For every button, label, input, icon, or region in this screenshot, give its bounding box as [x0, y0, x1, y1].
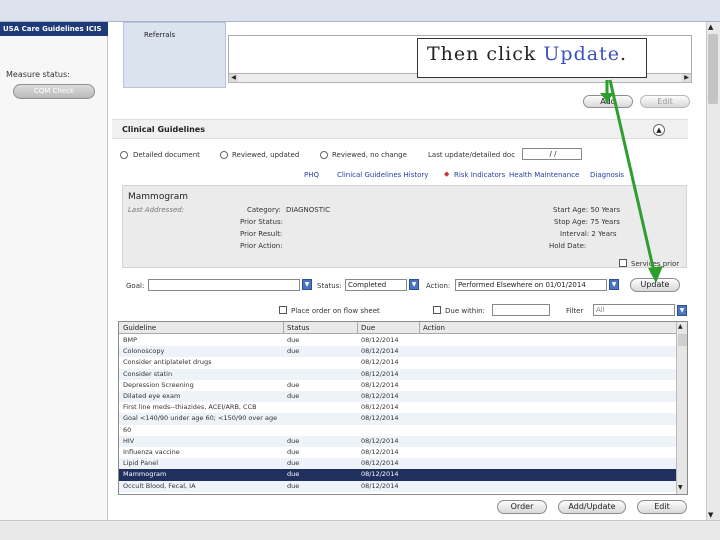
- arrow-overlay: [600, 79, 663, 283]
- arrow-to-update-icon: [608, 79, 663, 283]
